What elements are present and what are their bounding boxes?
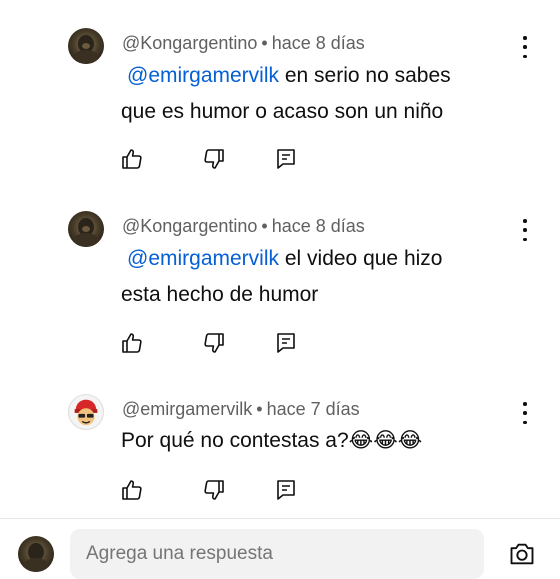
comment-text: @emirgamervilk en serio no sabes que es … <box>121 58 521 130</box>
comment-meta: @emirgamervilk • hace 7 días <box>122 399 360 420</box>
comment-author[interactable]: @Kongargentino <box>122 216 257 236</box>
current-user-avatar[interactable] <box>18 536 54 572</box>
reply-icon[interactable] <box>274 147 298 171</box>
meta-separator: • <box>256 399 263 419</box>
comment-time[interactable]: hace 8 días <box>272 216 365 236</box>
more-vertical-icon <box>523 219 527 223</box>
comment-time[interactable]: hace 7 días <box>267 399 360 419</box>
meta-separator: • <box>261 33 268 53</box>
reply-icon[interactable] <box>274 478 298 502</box>
comment-line-1: @emirgamervilk el video que hizo <box>121 241 521 277</box>
thumbs-up-icon[interactable] <box>120 331 144 355</box>
thumbs-down-icon[interactable] <box>202 478 226 502</box>
comment-text: @emirgamervilk el video que hizo esta he… <box>121 241 521 313</box>
comment-text: Por qué no contestas a?😂😂😂 <box>121 429 423 452</box>
comment-line-1: @emirgamervilk en serio no sabes <box>121 58 521 94</box>
comment-author[interactable]: @Kongargentino <box>122 33 257 53</box>
avatar[interactable] <box>68 394 104 430</box>
comment-line-2: que es humor o acaso son un niño <box>121 100 444 123</box>
reply-icon[interactable] <box>274 331 298 355</box>
camera-icon[interactable] <box>508 540 536 568</box>
thumbs-down-icon[interactable] <box>202 147 226 171</box>
more-vertical-icon <box>523 402 527 406</box>
thumbs-up-icon[interactable] <box>120 147 144 171</box>
comment-line-2: esta hecho de humor <box>121 283 319 306</box>
comment-meta: @Kongargentino • hace 8 días <box>122 216 365 237</box>
more-options-button[interactable] <box>516 402 534 424</box>
gorilla-avatar-icon <box>73 218 99 247</box>
meta-separator: • <box>261 216 268 236</box>
more-options-button[interactable] <box>516 219 534 241</box>
comment-time[interactable]: hace 8 días <box>272 33 365 53</box>
gorilla-avatar-icon <box>73 35 99 64</box>
comment-text-rest: el video que hizo <box>279 247 443 270</box>
comment-author[interactable]: @emirgamervilk <box>122 399 252 419</box>
more-vertical-icon <box>523 36 527 40</box>
comment-text-rest: en serio no sabes <box>279 64 451 87</box>
mention-link[interactable]: @emirgamervilk <box>127 64 279 87</box>
avatar[interactable] <box>68 28 104 64</box>
thumbs-up-icon[interactable] <box>120 478 144 502</box>
gorilla-avatar-icon <box>23 543 49 572</box>
avatar[interactable] <box>68 211 104 247</box>
more-options-button[interactable] <box>516 36 534 58</box>
mention-link[interactable]: @emirgamervilk <box>127 247 279 270</box>
thumbs-down-icon[interactable] <box>202 331 226 355</box>
cartoon-avatar-icon <box>74 399 98 426</box>
reply-input[interactable] <box>70 529 484 579</box>
comment-meta: @Kongargentino • hace 8 días <box>122 33 365 54</box>
